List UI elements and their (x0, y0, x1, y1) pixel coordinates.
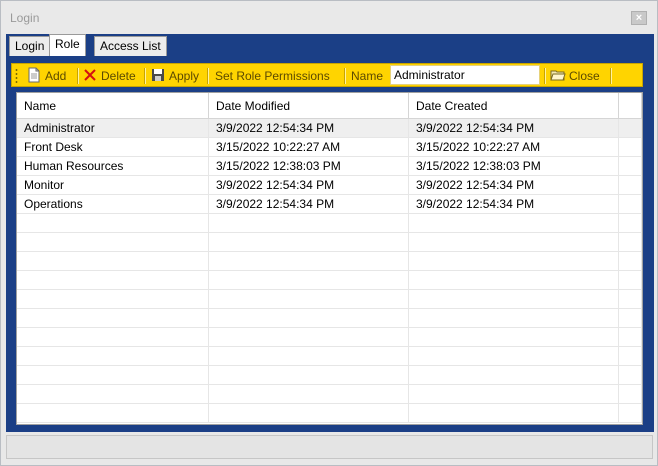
window-title: Login (10, 11, 40, 25)
close-window-button[interactable]: × (631, 11, 647, 25)
delete-label: Delete (101, 69, 136, 83)
column-header-date-created[interactable]: Date Created (409, 93, 619, 119)
login-window: Login × Login Role Access List Add Delet… (0, 0, 658, 466)
cell-date-created: 3/9/2022 12:54:34 PM (409, 195, 619, 214)
cell-name: Administrator (17, 119, 209, 138)
cell-filler (619, 138, 642, 157)
set-role-permissions-button[interactable]: Set Role Permissions (215, 67, 330, 85)
grid-header: Name Date Modified Date Created (17, 93, 642, 119)
toolbar: Add Delete Apply Set Role Permissions Na… (11, 63, 643, 87)
empty-row (17, 347, 642, 366)
close-label: Close (569, 69, 600, 83)
cell-date-created: 3/15/2022 12:38:03 PM (409, 157, 619, 176)
empty-row (17, 385, 642, 404)
cell-name: Monitor (17, 176, 209, 195)
close-icon: × (635, 12, 643, 24)
empty-row (17, 233, 642, 252)
table-row[interactable]: Front Desk 3/15/2022 10:22:27 AM 3/15/20… (17, 138, 642, 157)
cell-date-modified: 3/15/2022 10:22:27 AM (209, 138, 409, 157)
table-row[interactable]: Monitor 3/9/2022 12:54:34 PM 3/9/2022 12… (17, 176, 642, 195)
add-label: Add (45, 69, 67, 83)
tab-role[interactable]: Role (49, 34, 86, 56)
empty-row (17, 366, 642, 385)
red-x-icon (84, 69, 96, 81)
cell-filler (619, 176, 642, 195)
cell-name: Front Desk (17, 138, 209, 157)
empty-row (17, 404, 642, 423)
empty-row (17, 214, 642, 233)
cell-date-modified: 3/9/2022 12:54:34 PM (209, 119, 409, 138)
empty-row (17, 328, 642, 347)
cell-filler (619, 157, 642, 176)
table-row[interactable]: Human Resources 3/15/2022 12:38:03 PM 3/… (17, 157, 642, 176)
cell-filler (619, 195, 642, 214)
cell-filler (619, 119, 642, 138)
cell-date-modified: 3/9/2022 12:54:34 PM (209, 195, 409, 214)
toolbar-divider (207, 68, 208, 84)
cell-name: Operations (17, 195, 209, 214)
table-row[interactable]: Administrator 3/9/2022 12:54:34 PM 3/9/2… (17, 119, 642, 138)
column-header-filler (619, 93, 642, 119)
title-bar[interactable]: Login × (1, 1, 657, 34)
toolbar-divider (144, 68, 145, 84)
status-bar (6, 435, 653, 459)
close-button[interactable]: Close (550, 67, 600, 85)
cell-date-created: 3/9/2022 12:54:34 PM (409, 119, 619, 138)
new-document-icon (28, 67, 40, 83)
table-row[interactable]: Operations 3/9/2022 12:54:34 PM 3/9/2022… (17, 195, 642, 214)
apply-label: Apply (169, 69, 200, 83)
cell-name: Human Resources (17, 157, 209, 176)
delete-button[interactable]: Delete (82, 67, 136, 85)
tab-access-list[interactable]: Access List (94, 36, 167, 56)
empty-row (17, 290, 642, 309)
tab-strip: Login Role Access List (6, 34, 654, 56)
name-label: Name (351, 69, 384, 83)
cell-date-created: 3/15/2022 10:22:27 AM (409, 138, 619, 157)
empty-row (17, 271, 642, 290)
cell-date-created: 3/9/2022 12:54:34 PM (409, 176, 619, 195)
toolbar-divider (344, 68, 345, 84)
tab-login[interactable]: Login (9, 36, 51, 56)
open-folder-icon (550, 70, 566, 81)
column-header-date-modified[interactable]: Date Modified (209, 93, 409, 119)
add-button[interactable]: Add (26, 67, 66, 85)
roles-grid: Name Date Modified Date Created Administ… (16, 92, 643, 425)
toolbar-grip-icon[interactable] (15, 68, 18, 84)
floppy-disk-icon (152, 69, 164, 81)
empty-row (17, 252, 642, 271)
column-header-name[interactable]: Name (17, 93, 209, 119)
role-name-input[interactable] (390, 65, 540, 85)
cell-date-modified: 3/9/2022 12:54:34 PM (209, 176, 409, 195)
apply-button[interactable]: Apply (150, 67, 199, 85)
toolbar-divider (610, 68, 611, 84)
toolbar-divider (544, 68, 545, 84)
toolbar-divider (77, 68, 78, 84)
empty-row (17, 309, 642, 328)
cell-date-modified: 3/15/2022 12:38:03 PM (209, 157, 409, 176)
